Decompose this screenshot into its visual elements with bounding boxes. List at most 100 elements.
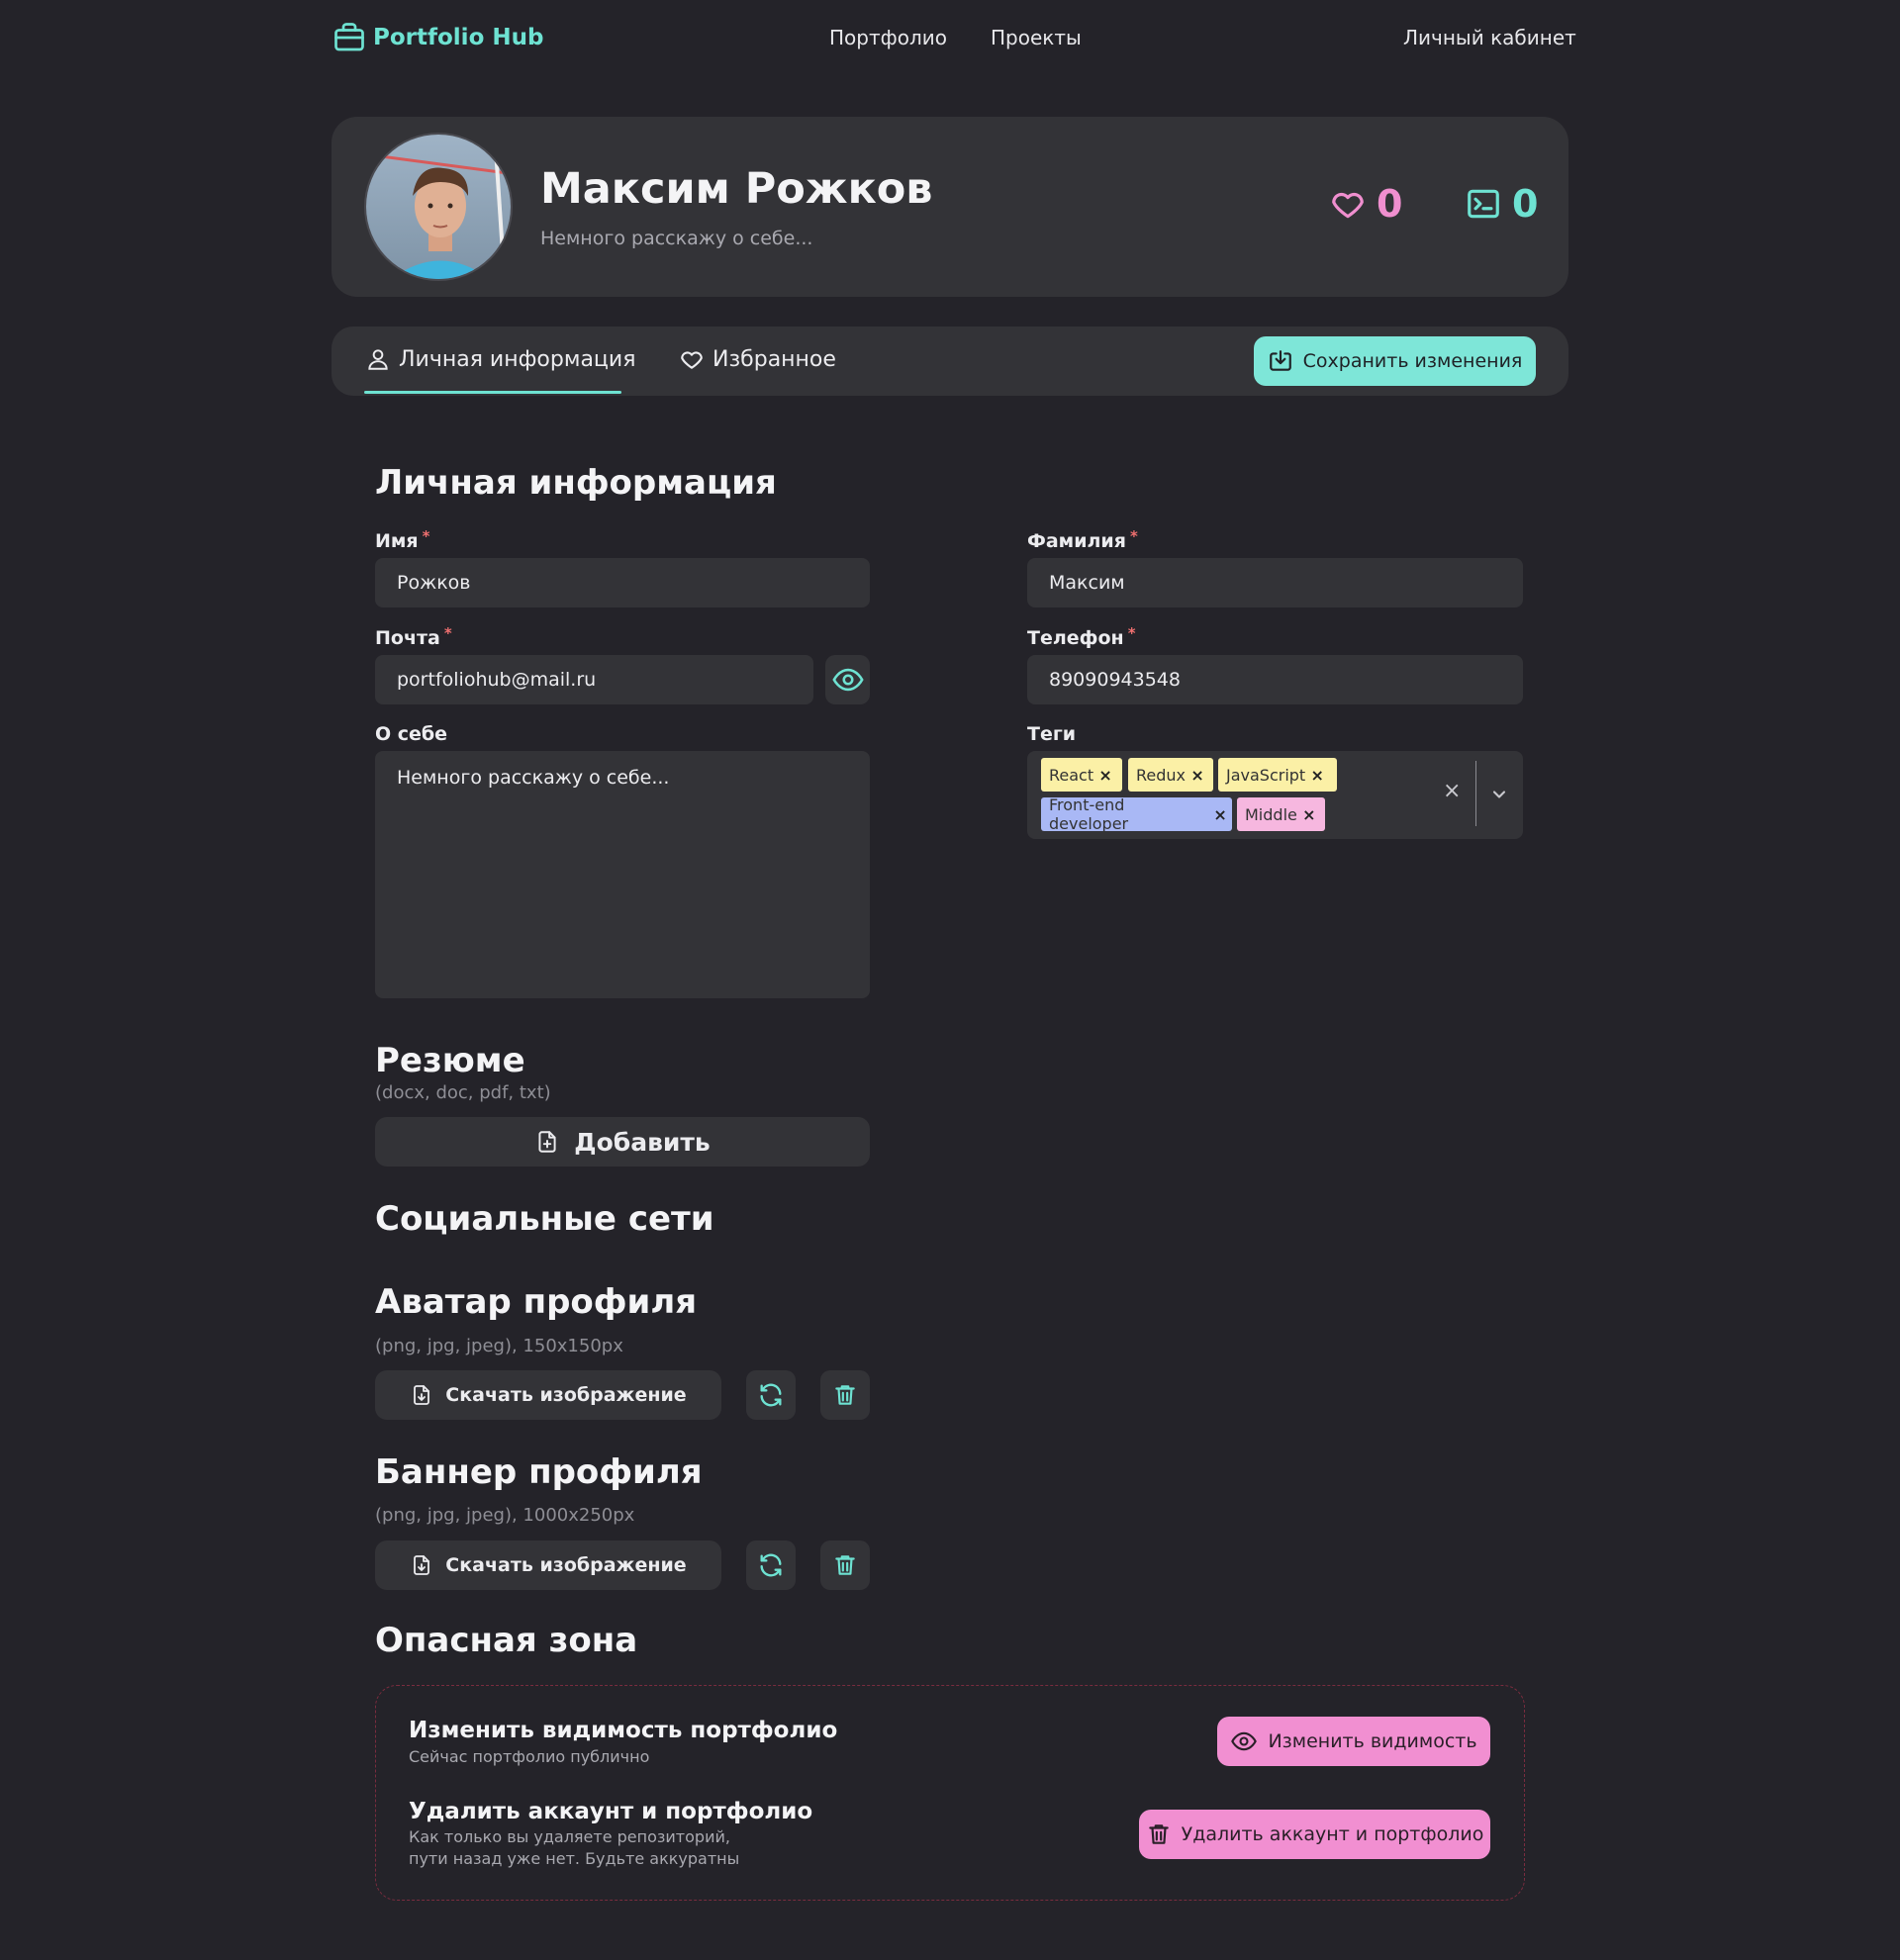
delete-account-label: Удалить аккаунт и портфолио (1181, 1823, 1484, 1845)
last-name-label: Фамилия * (1027, 527, 1138, 552)
change-visibility-button[interactable]: Изменить видимость (1217, 1717, 1490, 1766)
download-banner-label: Скачать изображение (445, 1554, 687, 1576)
required-mark: * (443, 624, 452, 642)
tag-remove-icon[interactable]: × (1186, 766, 1209, 785)
nav-projects[interactable]: Проекты (991, 26, 1082, 49)
save-changes-button[interactable]: Сохранить изменения (1254, 336, 1536, 386)
phone-label: Телефон * (1027, 624, 1136, 649)
phone-label-text: Телефон (1027, 627, 1124, 649)
toggle-email-visibility-button[interactable] (825, 655, 870, 704)
tag-chip: Front-end developer × (1041, 795, 1232, 833)
nav-account[interactable]: Личный кабинет (1403, 26, 1576, 49)
eye-icon (831, 663, 865, 697)
chevron-down-icon[interactable] (1489, 785, 1509, 804)
tag-remove-icon[interactable]: × (1208, 805, 1232, 824)
delete-subtitle-line1: Как только вы удаляете репозиторий, (409, 1827, 730, 1846)
danger-zone-title: Опасная зона (375, 1621, 638, 1660)
tag-label: JavaScript (1226, 765, 1306, 785)
required-mark: * (1127, 624, 1136, 642)
refresh-icon (757, 1381, 785, 1409)
tag-remove-icon[interactable]: × (1093, 766, 1117, 785)
projects-count: 0 (1512, 182, 1539, 226)
tag-chip: Redux × (1128, 758, 1213, 792)
resume-title: Резюме (375, 1041, 525, 1080)
trash-icon (1146, 1821, 1172, 1847)
avatar-section-hint: (png, jpg, jpeg), 150x150px (375, 1336, 623, 1356)
about-label: О себе (375, 723, 448, 745)
terminal-icon (1465, 185, 1502, 223)
likes-count: 0 (1377, 182, 1403, 226)
file-download-icon (410, 1553, 433, 1577)
resume-formats: (docx, doc, pdf, txt) (375, 1082, 551, 1103)
tag-chip: React × (1041, 758, 1122, 792)
download-icon (1268, 348, 1293, 374)
tags-label: Теги (1027, 723, 1077, 745)
last-name-field[interactable]: Максим (1027, 558, 1523, 607)
refresh-icon (757, 1551, 785, 1579)
trash-icon (832, 1382, 858, 1408)
delete-banner-button[interactable] (820, 1540, 870, 1590)
required-mark: * (1129, 527, 1138, 545)
social-title: Социальные сети (375, 1199, 714, 1239)
heart-icon (1329, 185, 1367, 223)
banner-section-title: Баннер профиля (375, 1452, 703, 1492)
profile-name: Максим Рожков (540, 164, 933, 214)
save-changes-label: Сохранить изменения (1302, 350, 1523, 372)
tags-select[interactable]: React × Redux × JavaScript × Front-end deve… (1027, 751, 1523, 839)
projects-stat: 0 (1465, 182, 1538, 226)
tab-personal-info[interactable]: Личная информация (365, 346, 635, 372)
tag-label: React (1049, 765, 1094, 785)
heart-icon (679, 346, 705, 372)
logo[interactable]: Portfolio Hub (332, 20, 543, 55)
file-plus-icon (534, 1129, 560, 1155)
eye-icon (1230, 1727, 1258, 1755)
tag-chip: Middle × (1237, 797, 1325, 831)
first-name-label: Имя * (375, 527, 430, 552)
replace-avatar-button[interactable] (746, 1370, 796, 1420)
phone-field[interactable]: 89090943548 (1027, 655, 1523, 704)
email-field[interactable]: portfoliohub@mail.ru (375, 655, 813, 704)
delete-avatar-button[interactable] (820, 1370, 870, 1420)
first-name-label-text: Имя (375, 530, 419, 552)
about-textarea[interactable]: Немного расскажу о себе... (375, 751, 870, 998)
divider (1475, 761, 1476, 826)
banner-section-hint: (png, jpg, jpeg), 1000x250px (375, 1505, 635, 1526)
download-avatar-label: Скачать изображение (445, 1384, 687, 1406)
first-name-field[interactable]: Рожков (375, 558, 870, 607)
email-label: Почта * (375, 624, 452, 649)
email-label-text: Почта (375, 627, 440, 649)
tag-label: Middle (1245, 804, 1297, 824)
nav-portfolio[interactable]: Портфолио (829, 26, 947, 49)
visibility-subtitle: Сейчас портфолио публично (409, 1747, 650, 1766)
delete-subtitle-line2: пути назад уже нет. Будьте аккуратны (409, 1849, 740, 1868)
tab-personal-label: Личная информация (399, 346, 636, 372)
tag-chip: JavaScript × (1218, 758, 1337, 792)
download-avatar-button[interactable]: Скачать изображение (375, 1370, 721, 1420)
add-resume-label: Добавить (574, 1127, 711, 1157)
user-icon (365, 346, 391, 372)
tag-label: Front-end developer (1049, 795, 1129, 833)
trash-icon (832, 1552, 858, 1578)
download-banner-button[interactable]: Скачать изображение (375, 1540, 721, 1590)
required-mark: * (422, 527, 430, 545)
active-tab-indicator (364, 391, 621, 394)
visibility-title: Изменить видимость портфолио (409, 1718, 838, 1743)
profile-about: Немного расскажу о себе... (540, 228, 813, 249)
section-title-personal: Личная информация (375, 463, 777, 503)
file-download-icon (410, 1383, 433, 1407)
tag-remove-icon[interactable]: × (1305, 766, 1329, 785)
tab-favorites[interactable]: Избранное (679, 346, 836, 372)
tag-label: Redux (1136, 765, 1187, 785)
likes-stat: 0 (1329, 182, 1402, 226)
avatar (364, 133, 513, 281)
logo-text: Portfolio Hub (373, 25, 544, 50)
replace-banner-button[interactable] (746, 1540, 796, 1590)
add-resume-button[interactable]: Добавить (375, 1117, 870, 1167)
delete-title: Удалить аккаунт и портфолио (409, 1799, 813, 1824)
avatar-section-title: Аватар профиля (375, 1282, 698, 1322)
tag-remove-icon[interactable]: × (1297, 805, 1321, 824)
last-name-label-text: Фамилия (1027, 530, 1126, 552)
briefcase-icon (332, 20, 367, 55)
delete-account-button[interactable]: Удалить аккаунт и портфолио (1139, 1810, 1490, 1859)
clear-tags-icon[interactable]: × (1443, 779, 1461, 803)
